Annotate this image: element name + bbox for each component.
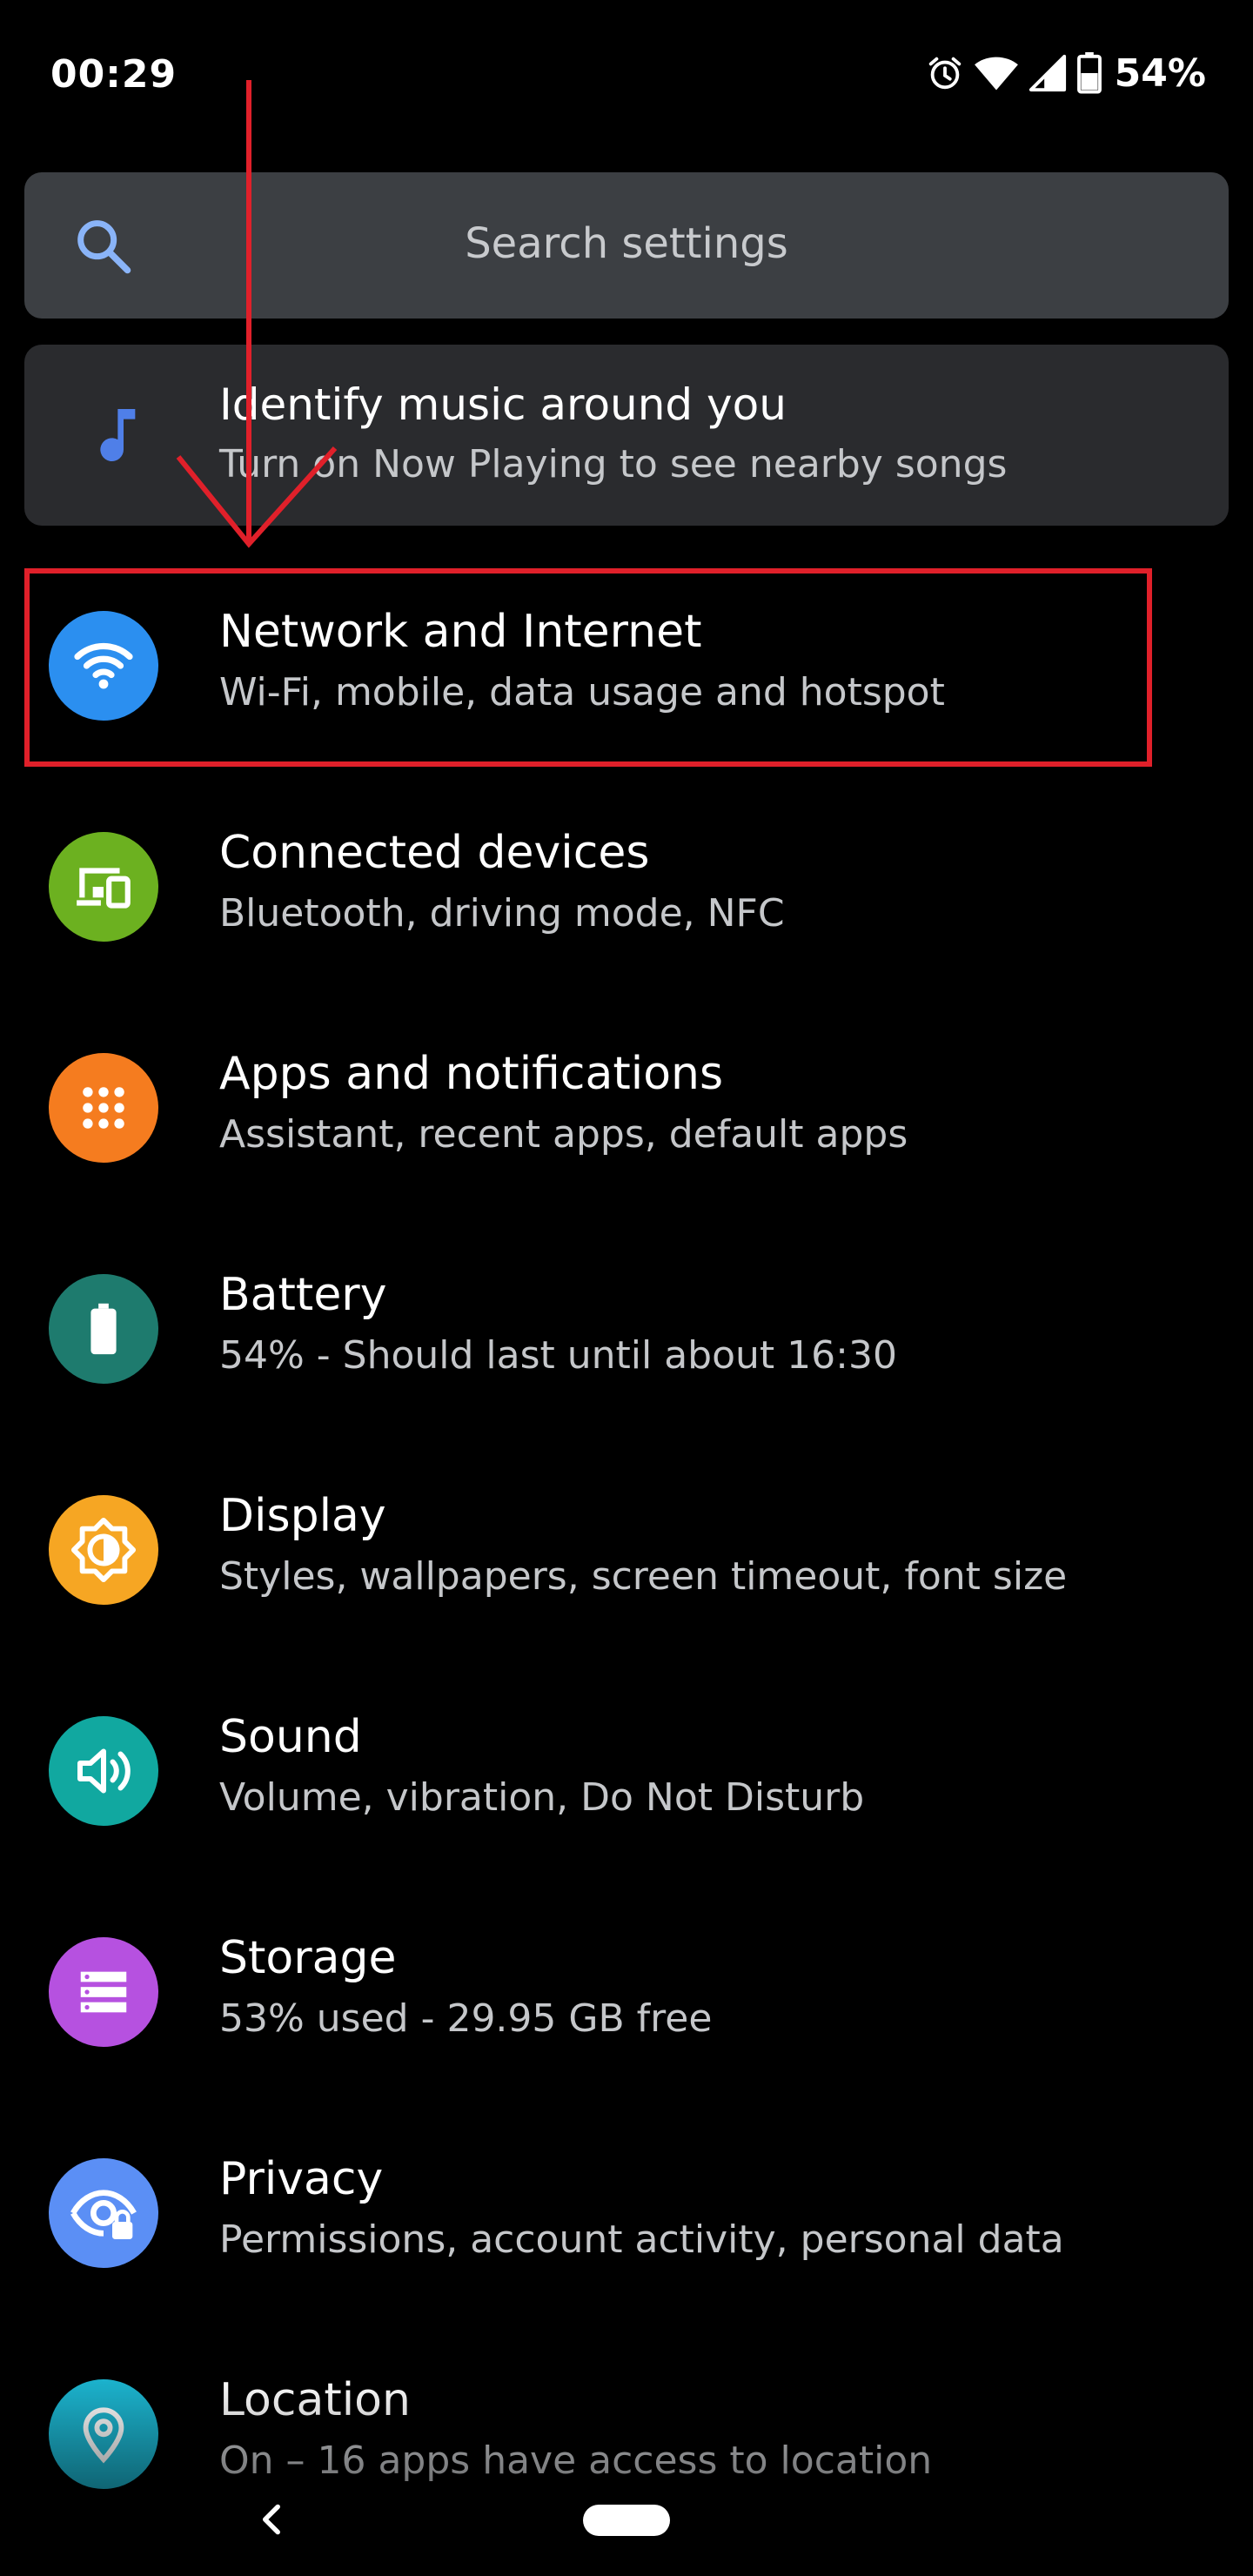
settings-item-connected-devices[interactable]: Connected devices Bluetooth, driving mod… bbox=[0, 769, 1253, 990]
battery-icon-badge bbox=[49, 1274, 158, 1384]
navigation-bar bbox=[0, 2463, 1253, 2576]
battery-icon bbox=[1076, 52, 1102, 94]
settings-item-storage[interactable]: Storage 53% used - 29.95 GB free bbox=[0, 1875, 1253, 2096]
privacy-icon-badge bbox=[49, 2158, 158, 2268]
display-icon-badge bbox=[49, 1495, 158, 1605]
suggestion-card[interactable]: Identify music around you Turn on Now Pl… bbox=[24, 345, 1229, 526]
settings-item-battery[interactable]: Battery 54% - Should last until about 16… bbox=[0, 1211, 1253, 1432]
cell-signal-icon bbox=[1029, 54, 1066, 92]
settings-item-privacy[interactable]: Privacy Permissions, account activity, p… bbox=[0, 2096, 1253, 2317]
battery-icon bbox=[90, 1303, 117, 1355]
search-bar[interactable]: Search settings bbox=[24, 172, 1229, 319]
status-time: 00:29 bbox=[50, 52, 178, 97]
settings-screen: 00:29 54% Search settings Identify music… bbox=[0, 0, 1253, 2576]
devices-icon bbox=[77, 868, 131, 909]
annotation-highlight-box bbox=[24, 568, 1152, 767]
settings-item-subtitle: Styles, wallpapers, screen timeout, font… bbox=[219, 1554, 1068, 1599]
settings-item-subtitle: Assistant, recent apps, default apps bbox=[219, 1112, 908, 1157]
settings-item-subtitle: Bluetooth, driving mode, NFC bbox=[219, 891, 785, 936]
settings-item-subtitle: Permissions, account activity, personal … bbox=[219, 2217, 1064, 2262]
settings-list: Network and Internet Wi-Fi, mobile, data… bbox=[0, 548, 1253, 2538]
settings-item-sound[interactable]: Sound Volume, vibration, Do Not Disturb bbox=[0, 1654, 1253, 1875]
settings-item-apps[interactable]: Apps and notifications Assistant, recent… bbox=[0, 990, 1253, 1211]
settings-item-display[interactable]: Display Styles, wallpapers, screen timeo… bbox=[0, 1432, 1253, 1654]
wifi-icon bbox=[974, 57, 1018, 91]
settings-item-title: Apps and notifications bbox=[219, 1048, 724, 1100]
storage-icon-badge bbox=[49, 1937, 158, 2047]
back-chevron-icon[interactable] bbox=[251, 2498, 294, 2541]
settings-item-title: Connected devices bbox=[219, 827, 650, 879]
alarm-icon bbox=[928, 57, 961, 90]
settings-item-subtitle: 54% - Should last until about 16:30 bbox=[219, 1333, 897, 1378]
settings-item-title: Privacy bbox=[219, 2153, 384, 2205]
status-icons: 54% bbox=[925, 50, 1206, 96]
apps-icon-badge bbox=[49, 1053, 158, 1163]
settings-item-subtitle: Volume, vibration, Do Not Disturb bbox=[219, 1775, 865, 1820]
devices-icon-badge bbox=[49, 832, 158, 942]
privacy-eye-icon bbox=[70, 2190, 137, 2239]
suggestion-title: Identify music around you bbox=[219, 379, 787, 430]
volume-icon bbox=[77, 1748, 131, 1794]
settings-item-subtitle: 53% used - 29.95 GB free bbox=[219, 1996, 713, 2041]
music-note-icon bbox=[100, 409, 136, 462]
brightness-icon bbox=[70, 1517, 137, 1583]
home-pill-icon[interactable] bbox=[583, 2505, 670, 2536]
sound-icon-badge bbox=[49, 1716, 158, 1826]
settings-item-title: Battery bbox=[219, 1269, 387, 1321]
settings-item-title: Storage bbox=[219, 1932, 397, 1984]
settings-item-title: Location bbox=[219, 2374, 411, 2426]
settings-item-title: Display bbox=[219, 1490, 386, 1542]
suggestion-subtitle: Turn on Now Playing to see nearby songs bbox=[219, 442, 1008, 486]
battery-percent: 54% bbox=[1114, 50, 1206, 96]
search-placeholder: Search settings bbox=[465, 219, 788, 268]
status-bar: 00:29 54% bbox=[0, 0, 1253, 148]
location-pin-icon bbox=[83, 2407, 124, 2464]
storage-icon bbox=[80, 1971, 127, 2013]
settings-item-title: Sound bbox=[219, 1711, 362, 1763]
apps-grid-icon bbox=[83, 1087, 124, 1129]
